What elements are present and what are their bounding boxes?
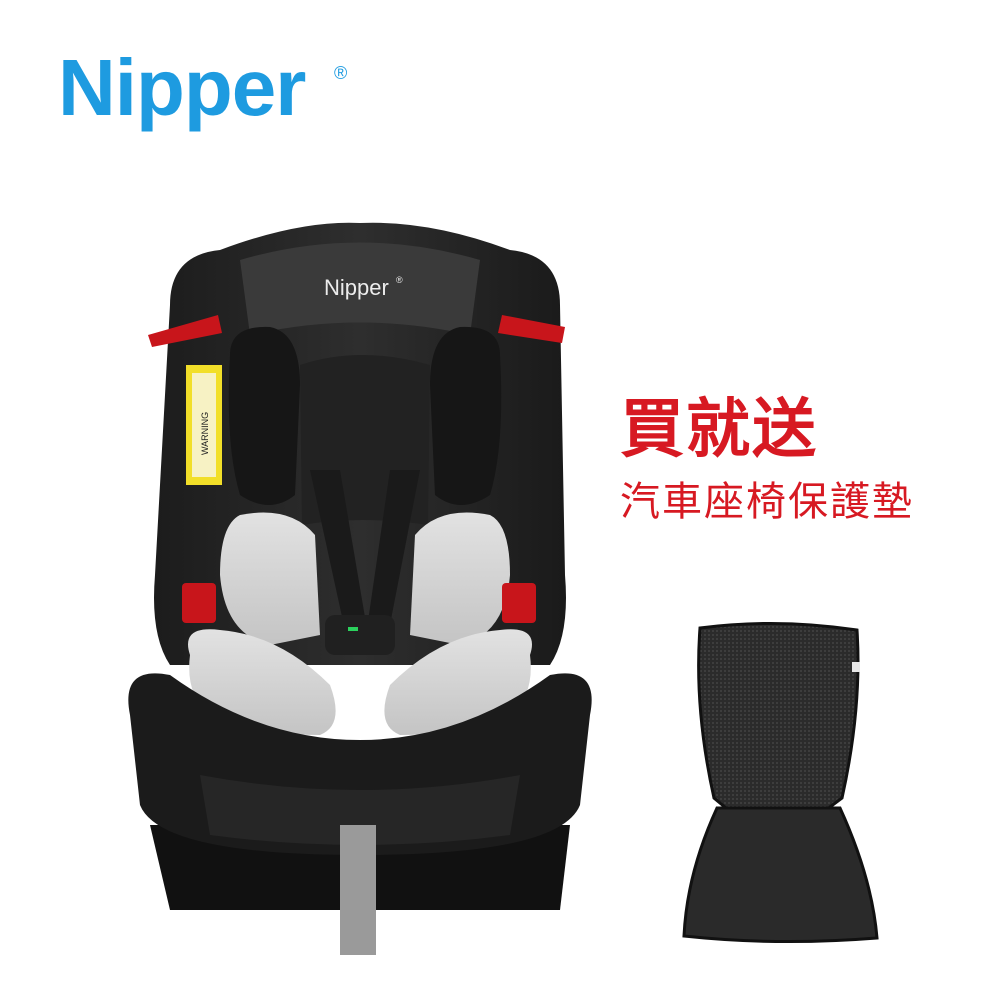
promo-subline: 汽車座椅保護墊 bbox=[620, 479, 914, 525]
registered-mark: ® bbox=[334, 63, 348, 83]
promo-headline: 買就送 bbox=[620, 393, 818, 467]
seat-brand-mark: ® bbox=[396, 275, 403, 285]
warning-label-text: WARNING bbox=[200, 412, 210, 455]
seat-protector-image bbox=[672, 618, 882, 948]
seat-protector-pad-icon bbox=[682, 621, 879, 944]
car-seat-image: Nipper ® WARNING bbox=[110, 215, 610, 955]
brand-logo: Nipper bbox=[58, 43, 306, 132]
seat-brand-label: Nipper bbox=[324, 275, 389, 300]
car-seat-icon: Nipper ® WARNING bbox=[128, 222, 592, 955]
